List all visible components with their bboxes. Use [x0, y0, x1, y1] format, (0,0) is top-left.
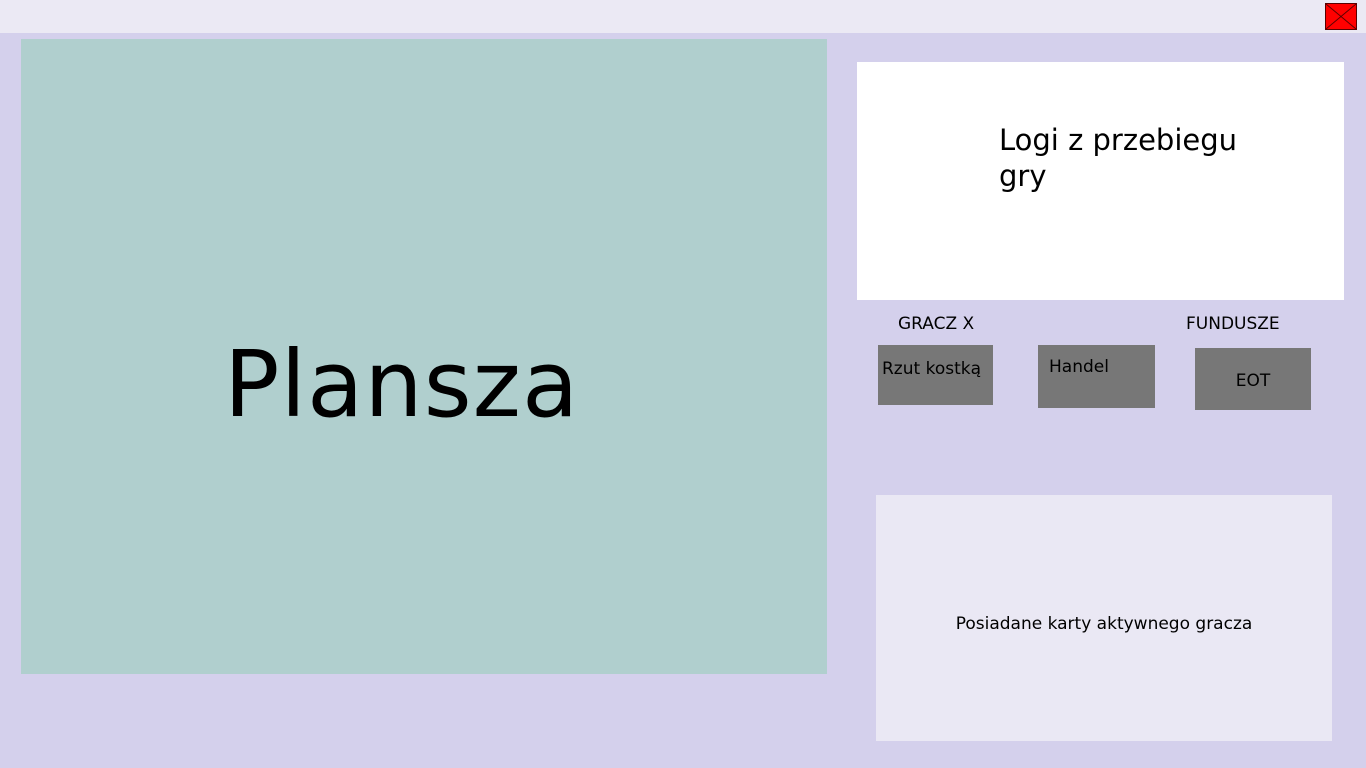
roll-dice-button[interactable]: Rzut kostką	[878, 345, 993, 405]
player-cards-panel: Posiadane karty aktywnego gracza	[876, 495, 1332, 741]
active-player-label: GRACZ X	[898, 314, 975, 334]
close-button[interactable]	[1325, 3, 1357, 30]
close-x-icon	[1326, 4, 1356, 29]
game-window: Plansza Logi z przebiegu gry GRACZ X FUN…	[0, 0, 1366, 768]
end-turn-button[interactable]: EOT	[1195, 348, 1311, 410]
game-board[interactable]: Plansza	[21, 39, 827, 674]
player-cards-label: Posiadane karty aktywnego gracza	[955, 614, 1253, 634]
game-log-panel: Logi z przebiegu gry	[857, 62, 1344, 300]
funds-label: FUNDUSZE	[1186, 314, 1280, 334]
board-label: Plansza	[224, 331, 580, 438]
trade-button[interactable]: Handel	[1038, 345, 1155, 408]
title-bar	[0, 0, 1366, 33]
game-log-label: Logi z przebiegu gry	[999, 123, 1238, 193]
